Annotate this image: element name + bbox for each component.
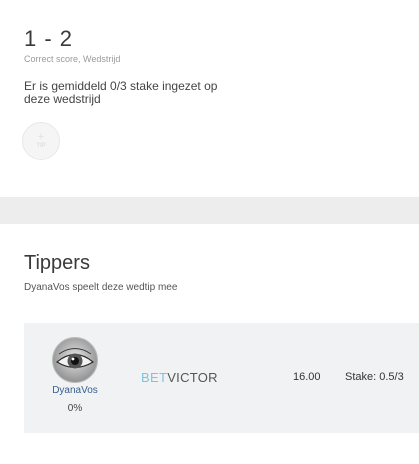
bookmaker-logo-part2: VICTOR	[167, 370, 218, 385]
tipper-percentage: 0%	[67, 403, 83, 414]
average-stake-info: Er is gemiddeld 0/3 stake ingezet op dez…	[24, 79, 218, 106]
tipper-name-link[interactable]: DyanaVos	[36, 385, 114, 396]
tippers-title: Tippers	[24, 252, 90, 274]
bookmaker-logo-part1: BET	[141, 370, 168, 385]
eye-avatar-icon	[53, 338, 97, 382]
plus-icon: +	[37, 131, 45, 143]
add-tip-button[interactable]: + TIP	[22, 122, 60, 160]
tip-button-label: TIP	[36, 143, 46, 149]
bookmaker-logo[interactable]: BETVICTOR	[141, 370, 218, 385]
prediction-subtitle: Correct score, Wedstrijd	[24, 54, 121, 64]
tippers-subtitle: DyanaVos speelt deze wedtip mee	[24, 282, 178, 293]
tip-odds: 16.00	[293, 371, 321, 383]
section-divider	[0, 197, 419, 224]
avatar[interactable]	[52, 337, 98, 383]
score: 1 - 2	[24, 26, 74, 51]
tip-stake: Stake: 0.5/3	[345, 371, 404, 383]
tipper-card: DyanaVos 0% BETVICTOR 16.00 Stake: 0.5/3	[24, 323, 419, 433]
